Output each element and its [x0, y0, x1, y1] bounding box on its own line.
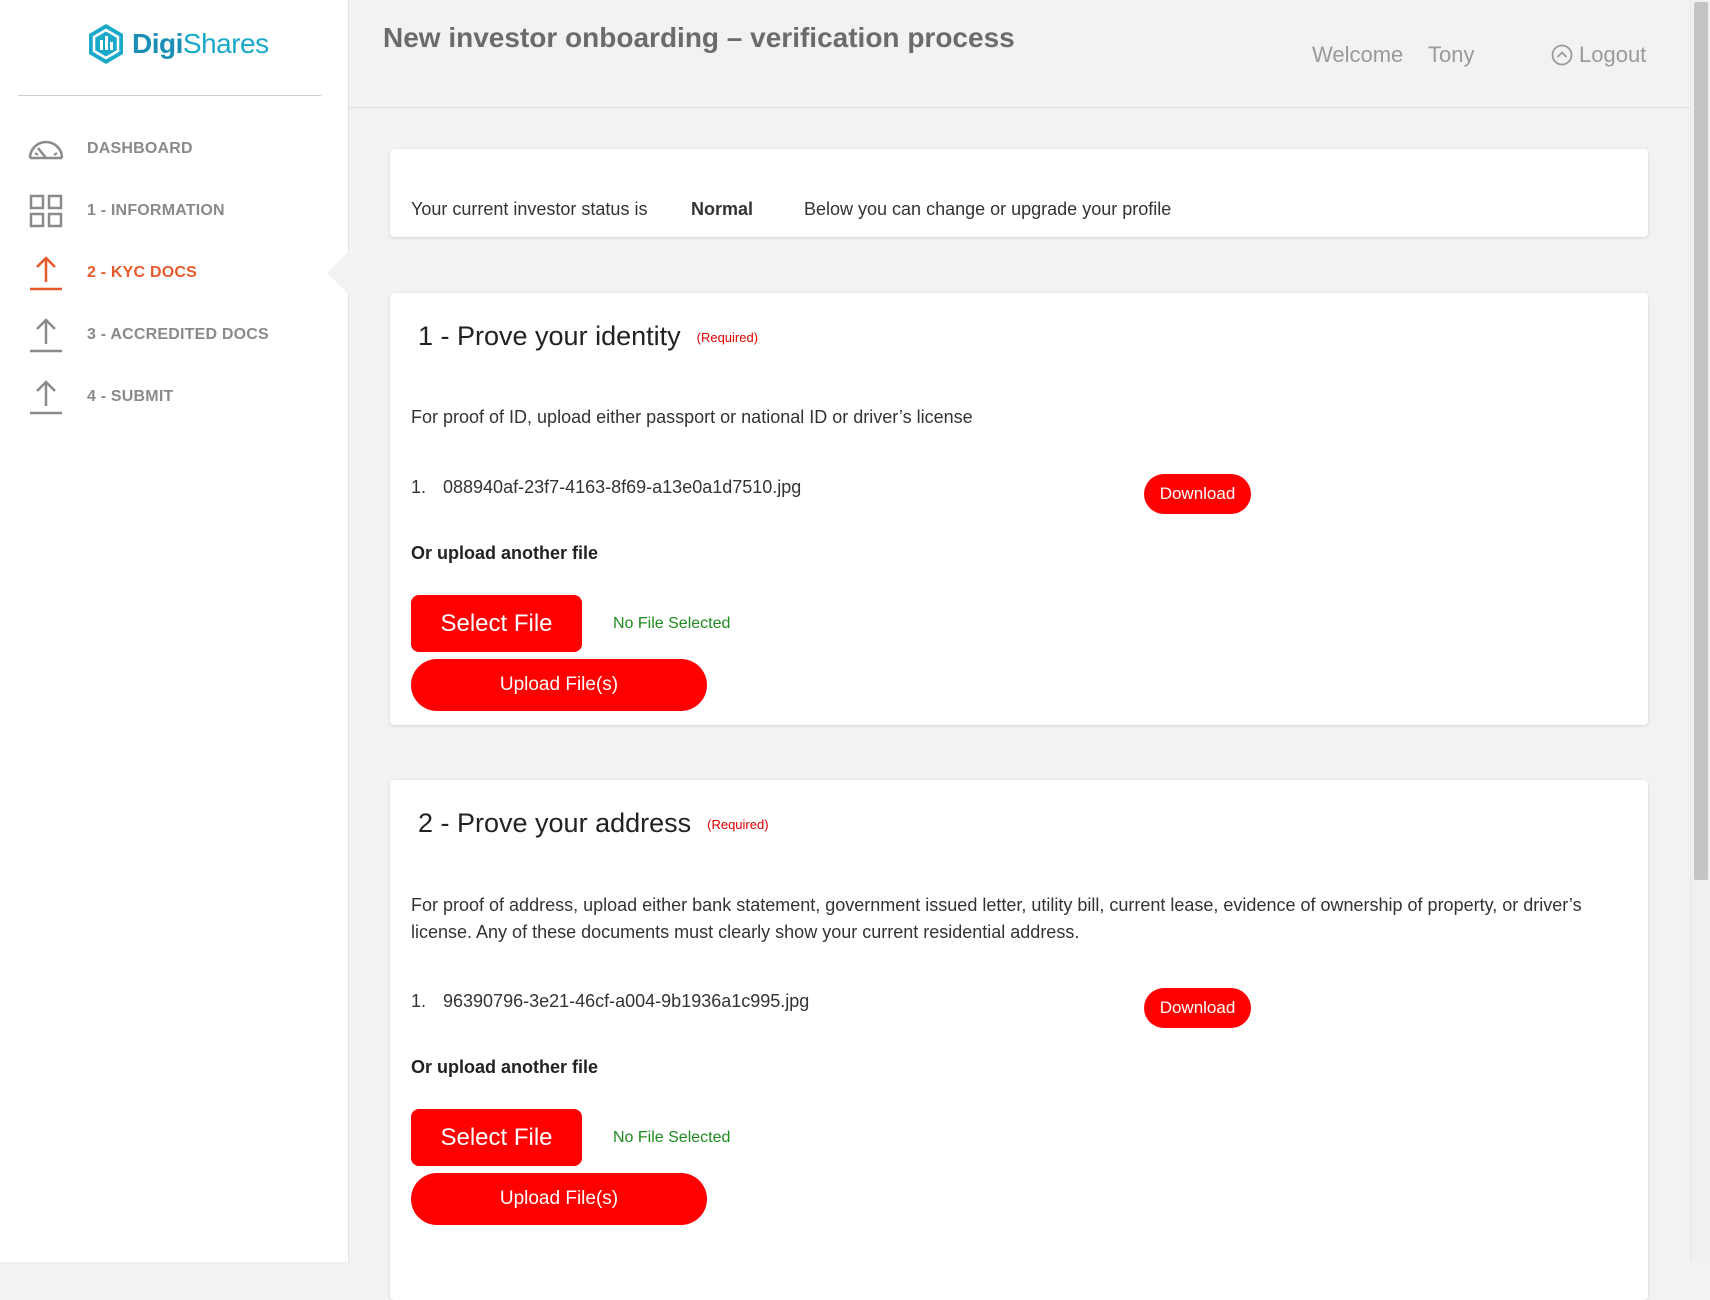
download-button[interactable]: Download — [1144, 474, 1251, 514]
sidebar-item-label: 1 - INFORMATION — [87, 202, 225, 219]
section-title: 1 - Prove your identity (Required) — [418, 321, 759, 351]
upload-arrow-icon — [26, 315, 66, 355]
download-button[interactable]: Download — [1144, 988, 1251, 1028]
logout-label: Logout — [1579, 42, 1647, 67]
uploaded-file-item: 1. 088940af-23f7-4163-8f69-a13e0a1d7510.j… — [411, 477, 802, 497]
investor-status-card: Your current investor status is Normal B… — [390, 149, 1648, 237]
select-file-button[interactable]: Select File — [411, 595, 582, 652]
sidebar-item-label: DASHBOARD — [87, 140, 193, 157]
status-value: Normal — [691, 199, 754, 219]
vertical-scrollbar[interactable] — [1690, 0, 1710, 1262]
sidebar-item-dashboard[interactable]: DASHBOARD — [0, 118, 348, 180]
section-title: 2 - Prove your address (Required) — [418, 808, 769, 838]
username: Tony — [1428, 42, 1475, 67]
welcome-text: Welcome — [1312, 42, 1404, 67]
prove-identity-card: 1 - Prove your identity (Required) For pr… — [390, 293, 1648, 725]
section-description: For proof of address, upload either bank… — [411, 895, 1582, 942]
sidebar-item-kyc-docs[interactable]: 2 - KYC DOCS — [0, 242, 349, 304]
dashboard-gauge-icon — [26, 129, 66, 169]
upload-another-label: Or upload another file — [411, 543, 599, 563]
required-label: (Required) — [696, 330, 759, 346]
sidebar-item-submit[interactable]: 4 - SUBMIT — [0, 366, 348, 428]
logo-divider — [18, 95, 321, 96]
upload-another-label: Or upload another file — [411, 1057, 599, 1077]
logo-hexagon-icon — [89, 24, 123, 64]
top-header: New investor onboarding – verification p… — [349, 0, 1690, 108]
active-indicator — [327, 251, 349, 295]
sidebar-item-label: 4 - SUBMIT — [87, 388, 174, 405]
section-description: For proof of ID, upload either passport … — [411, 407, 973, 427]
sidebar-item-label: 3 - ACCREDITED DOCS — [87, 326, 269, 343]
grid-icon — [26, 191, 66, 231]
file-name: 96390796-3e21-46cf-a004-9b1936a1c995.jpg — [443, 991, 810, 1011]
page-title: New investor onboarding – verification p… — [383, 22, 1015, 53]
required-label: (Required) — [707, 817, 769, 833]
logout-button[interactable]: Logout — [1551, 42, 1646, 68]
sidebar-item-accredited-docs[interactable]: 3 - ACCREDITED DOCS — [0, 304, 348, 366]
upload-files-button[interactable]: Upload File(s) — [411, 659, 707, 711]
status-note: Below you can change or upgrade your pro… — [804, 199, 1172, 219]
file-name: 088940af-23f7-4163-8f69-a13e0a1d7510.jpg — [443, 477, 802, 497]
no-file-selected-text: No File Selected — [613, 615, 731, 632]
chevron-up-circle-icon — [1551, 44, 1573, 66]
upload-arrow-icon — [26, 253, 66, 293]
sidebar: DigiShares DASHBOARD 1 - INFORMATION 2 -… — [0, 0, 349, 1262]
status-label: Your current investor status is — [411, 199, 648, 219]
sidebar-item-label: 2 - KYC DOCS — [87, 264, 197, 281]
prove-address-card: 2 - Prove your address (Required) For pro… — [390, 780, 1648, 1300]
logo-text: DigiShares — [132, 28, 269, 59]
upload-arrow-icon — [26, 377, 66, 417]
sidebar-item-information[interactable]: 1 - INFORMATION — [0, 180, 348, 242]
sidebar-nav: DASHBOARD 1 - INFORMATION 2 - KYC DOCS 3… — [0, 118, 349, 428]
scrollbar-thumb[interactable] — [1694, 2, 1708, 880]
upload-files-button[interactable]: Upload File(s) — [411, 1173, 707, 1225]
digishares-logo[interactable]: DigiShares — [86, 22, 269, 66]
uploaded-file-item: 1. 96390796-3e21-46cf-a004-9b1936a1c995.j… — [411, 991, 810, 1011]
select-file-button[interactable]: Select File — [411, 1109, 582, 1166]
no-file-selected-text: No File Selected — [613, 1129, 731, 1146]
